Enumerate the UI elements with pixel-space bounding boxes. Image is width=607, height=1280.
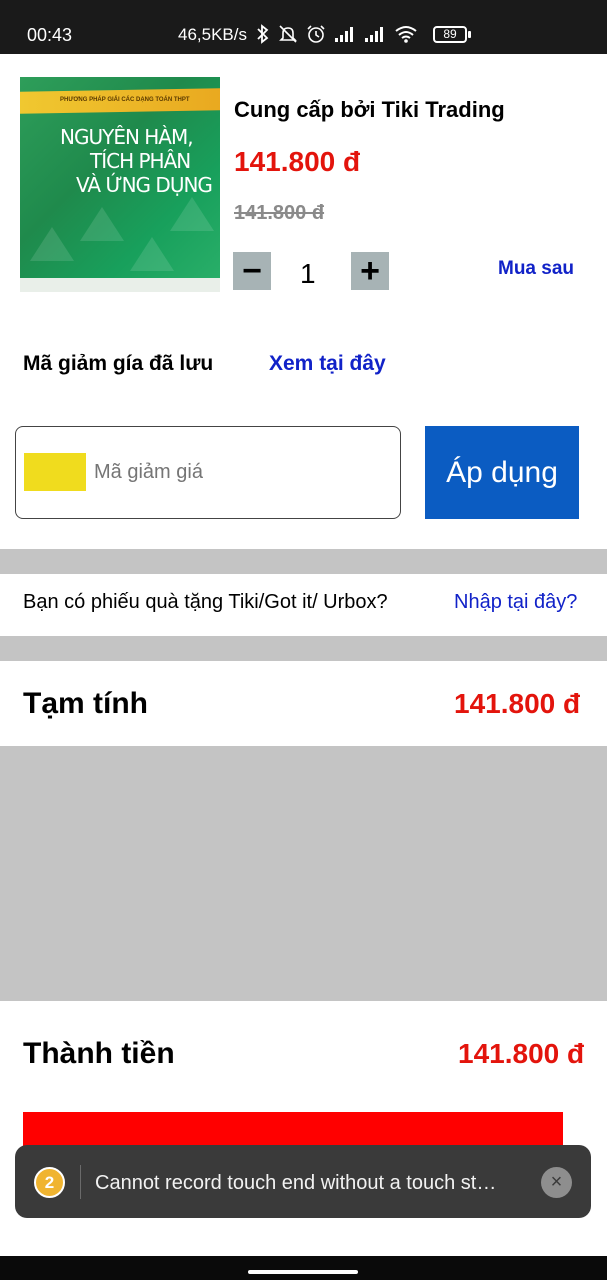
gift-voucher-prompt: Bạn có phiếu quà tặng Tiki/Got it/ Urbox…	[23, 591, 388, 613]
view-saved-coupons-link[interactable]: Xem tại đây	[269, 352, 386, 376]
wifi-icon	[394, 25, 418, 43]
section-divider	[0, 549, 607, 574]
subtotal-label: Tạm tính	[23, 687, 148, 720]
decrease-quantity-button[interactable]: −	[233, 252, 271, 290]
cover-pattern	[30, 227, 74, 261]
status-time: 00:43	[27, 25, 73, 45]
toast-divider	[80, 1165, 81, 1199]
coupon-input[interactable]	[94, 461, 384, 484]
apply-coupon-button[interactable]: Áp dụng	[425, 426, 579, 519]
total-value: 141.800 đ	[458, 1038, 585, 1069]
subtotal-value: 141.800 đ	[454, 688, 581, 719]
status-bar: 00:43 46,5KB/s 89	[0, 0, 607, 54]
product-cover-image[interactable]: PHƯƠNG PHÁP GIẢI CÁC DẠNG TOÁN THPT NGUY…	[20, 77, 220, 292]
battery-tip	[468, 31, 471, 38]
home-gesture-handle[interactable]	[248, 1270, 358, 1274]
cover-bottom-strip	[20, 278, 220, 292]
toast-count-badge: 2	[34, 1167, 65, 1198]
saved-coupons-label: Mã giảm gía đã lưu	[23, 352, 214, 375]
cover-pattern	[130, 237, 174, 271]
product-price: 141.800 đ	[234, 146, 361, 177]
empty-gray-area	[0, 746, 607, 1001]
product-provider: Cung cấp bởi Tiki Trading	[234, 97, 505, 122]
cover-title-line2: TÍCH PHÂN	[90, 149, 191, 173]
product-old-price: 141.800 đ	[234, 202, 325, 224]
section-divider	[0, 636, 607, 661]
cover-title-line3: VÀ ỨNG DỤNG	[76, 173, 213, 197]
signal-icon	[364, 25, 386, 43]
increase-quantity-button[interactable]: +	[351, 252, 389, 290]
close-icon[interactable]: ×	[541, 1167, 572, 1198]
buy-later-link[interactable]: Mua sau	[498, 258, 574, 280]
cover-title-line1: NGUYÊN HÀM,	[60, 125, 194, 149]
navigation-bar	[0, 1256, 607, 1280]
mute-icon	[278, 24, 298, 44]
toast-message: Cannot record touch end without a touch …	[95, 1172, 497, 1194]
bluetooth-icon	[256, 24, 270, 44]
battery-icon: 89	[433, 26, 467, 43]
cart-screen: 00:43 46,5KB/s 89 PHƯƠNG PHÁP GIẢI CÁC D…	[0, 0, 607, 1280]
status-icons	[256, 22, 418, 46]
cover-pattern	[80, 207, 124, 241]
cover-pattern	[170, 197, 214, 231]
network-speed: 46,5KB/s	[178, 25, 247, 44]
alarm-icon	[306, 24, 326, 44]
coupon-icon	[24, 453, 86, 491]
cover-band-text: PHƯƠNG PHÁP GIẢI CÁC DẠNG TOÁN THPT	[60, 97, 190, 103]
enter-gift-voucher-link[interactable]: Nhập tại đây?	[454, 591, 577, 614]
quantity-value: 1	[300, 258, 316, 289]
total-label: Thành tiền	[23, 1037, 175, 1070]
signal-icon	[334, 25, 356, 43]
